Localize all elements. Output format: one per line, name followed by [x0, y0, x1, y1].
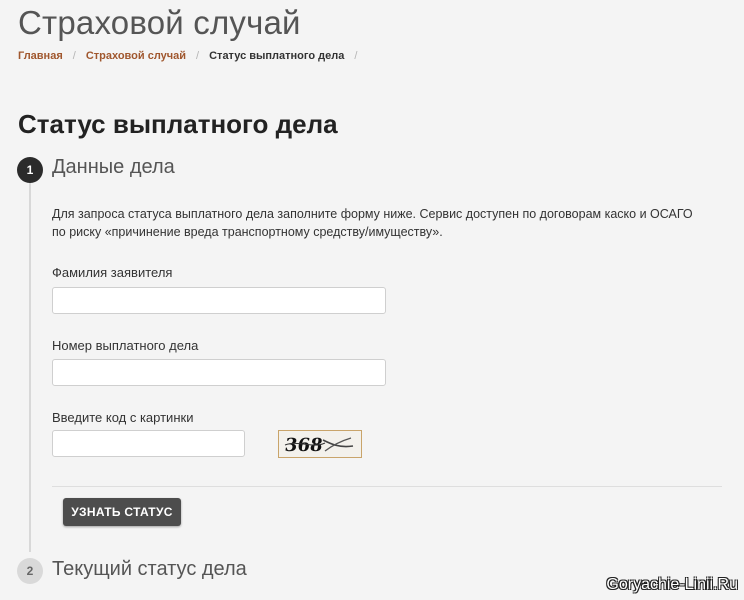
captcha-image: 368: [278, 430, 362, 458]
breadcrumb-current: Статус выплатного дела: [209, 50, 345, 62]
step-1-badge: 1: [17, 157, 43, 183]
step-connector-line: [29, 180, 31, 552]
surname-label: Фамилия заявителя: [52, 265, 173, 280]
breadcrumb-insurance-case[interactable]: Страховой случай: [86, 50, 186, 62]
surname-input[interactable]: [52, 287, 386, 314]
form-divider: [52, 486, 722, 487]
step-1-title: Данные дела: [52, 156, 175, 178]
page-title: Страховой случай: [18, 4, 301, 41]
breadcrumb-separator: /: [72, 50, 76, 62]
captcha-text: 368: [283, 435, 324, 456]
case-number-input[interactable]: [52, 359, 386, 386]
step-2-badge: 2: [17, 558, 43, 584]
watermark: Goryachie-Linii.Ru: [606, 576, 738, 593]
breadcrumb-separator: /: [196, 50, 200, 62]
breadcrumb-home[interactable]: Главная: [18, 50, 63, 62]
breadcrumb-separator: /: [354, 50, 358, 62]
check-status-button[interactable]: УЗНАТЬ СТАТУС: [63, 498, 181, 526]
step-2-title: Текущий статус дела: [52, 558, 247, 580]
captcha-label: Введите код с картинки: [52, 410, 194, 425]
captcha-input[interactable]: [52, 430, 245, 457]
section-title: Статус выплатного дела: [18, 109, 338, 139]
breadcrumb: Главная / Страховой случай / Статус выпл…: [18, 50, 367, 62]
form-description: Для запроса статуса выплатного дела запо…: [52, 207, 693, 239]
case-number-label: Номер выплатного дела: [52, 338, 199, 353]
